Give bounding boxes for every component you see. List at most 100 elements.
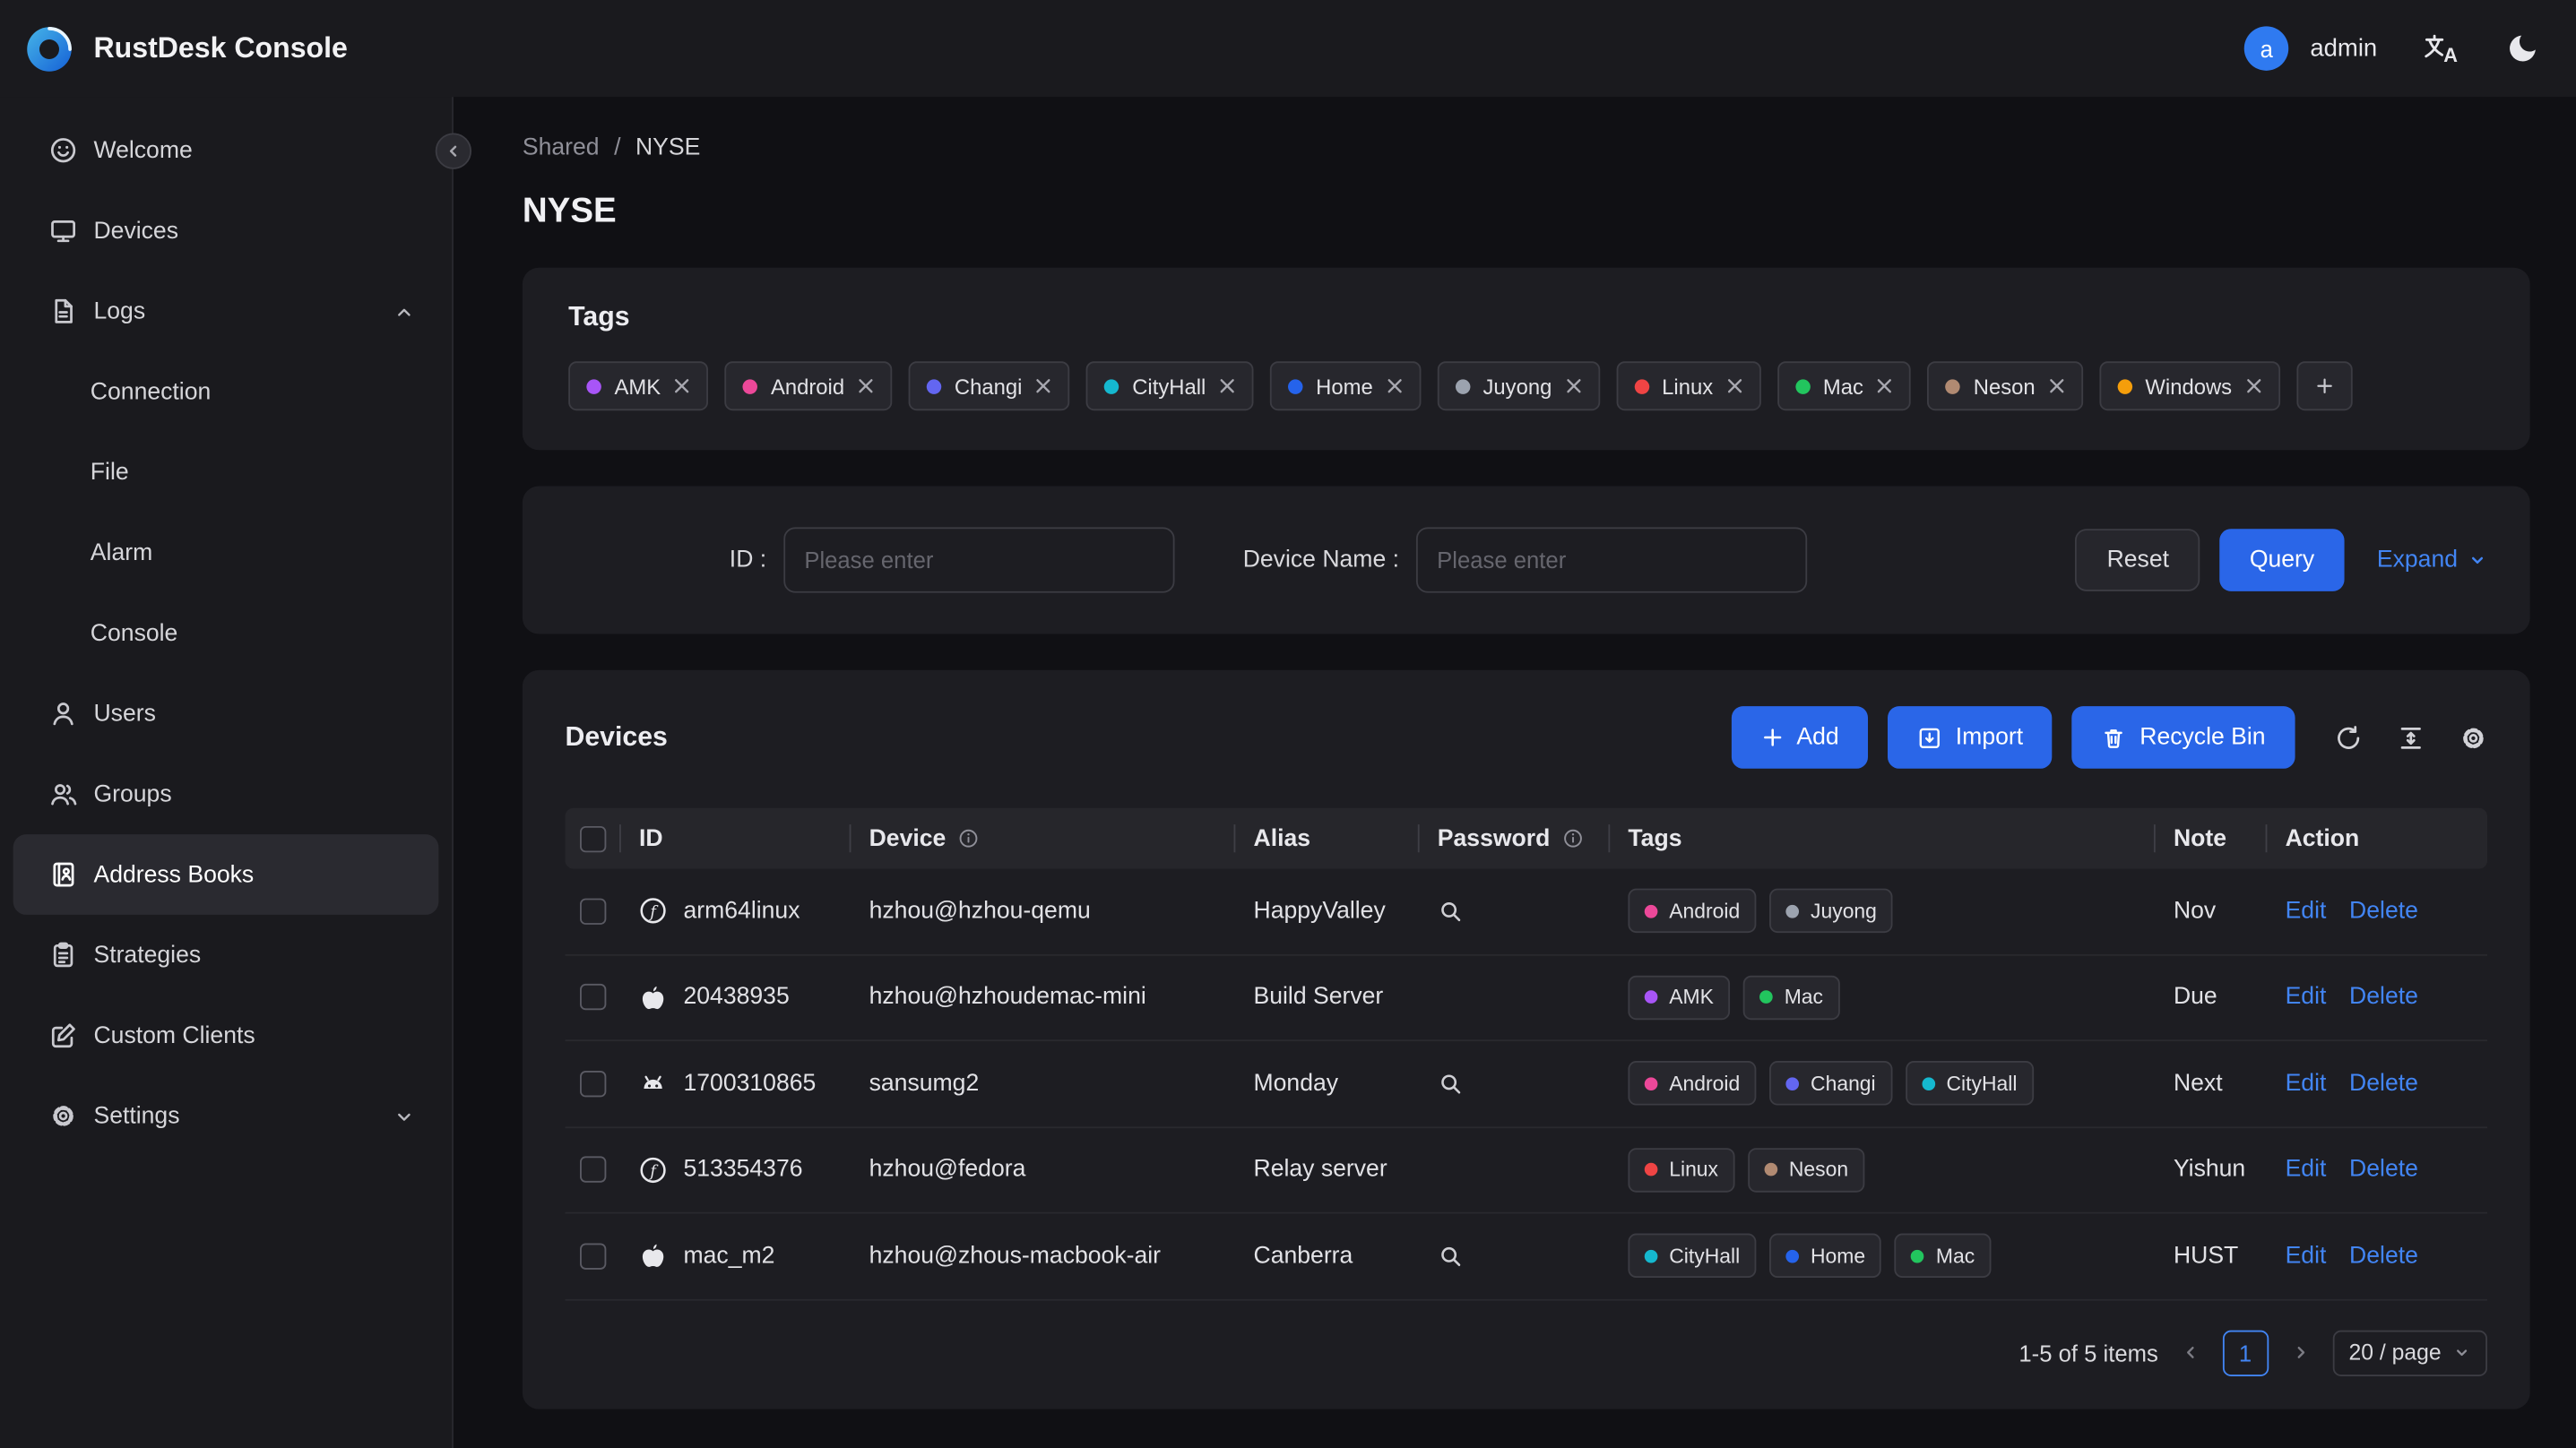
sidebar-item-settings[interactable]: Settings xyxy=(13,1076,439,1157)
column-label: Device xyxy=(869,825,947,852)
tag-chip-windows[interactable]: Windows xyxy=(2099,361,2280,411)
remove-tag-icon[interactable] xyxy=(2048,378,2064,394)
device-alias: Monday xyxy=(1253,1070,1339,1097)
remove-tag-icon[interactable] xyxy=(1386,378,1402,394)
delete-link[interactable]: Delete xyxy=(2349,1157,2418,1183)
remove-tag-icon[interactable] xyxy=(1035,378,1051,394)
tag-chip-mac[interactable]: Mac xyxy=(1776,361,1912,411)
brand: RustDesk Console xyxy=(24,24,348,73)
delete-link[interactable]: Delete xyxy=(2349,1071,2418,1097)
sidebar-item-address-books[interactable]: Address Books xyxy=(13,834,439,915)
tag-chip-android[interactable]: Android xyxy=(724,361,893,411)
edit-link[interactable]: Edit xyxy=(2286,1243,2327,1269)
row-tag: CityHall xyxy=(1905,1061,2034,1107)
tags-card: Tags AMK Android Changi CityHall Home Ju… xyxy=(522,267,2530,451)
edit-link[interactable]: Edit xyxy=(2286,898,2327,924)
device-note: Nov xyxy=(2173,898,2217,925)
view-password-icon[interactable] xyxy=(1438,898,1464,924)
view-password-icon[interactable] xyxy=(1438,1243,1464,1269)
tag-chip-amk[interactable]: AMK xyxy=(568,361,709,411)
column-header-device: Device xyxy=(851,808,1236,869)
page-size-select[interactable]: 20 / page xyxy=(2332,1329,2488,1376)
remove-tag-icon[interactable] xyxy=(1219,378,1235,394)
tags-card-title: Tags xyxy=(568,302,630,332)
sidebar-item-file[interactable]: File xyxy=(13,432,439,513)
import-button[interactable]: Import xyxy=(1888,706,2053,769)
row-checkbox[interactable] xyxy=(580,898,607,925)
add-button[interactable]: Add xyxy=(1731,706,1869,769)
id-input[interactable] xyxy=(782,527,1174,593)
expand-link[interactable]: Expand xyxy=(2377,547,2487,573)
tag-color-dot xyxy=(1785,904,1800,918)
svg-text:f: f xyxy=(648,904,659,922)
tag-chip-juyong[interactable]: Juyong xyxy=(1437,361,1600,411)
sidebar-item-users[interactable]: Users xyxy=(13,673,439,754)
view-password-icon[interactable] xyxy=(1438,1071,1464,1097)
column-header-note: Note xyxy=(2156,808,2268,869)
sidebar-item-groups[interactable]: Groups xyxy=(13,754,439,834)
svg-text:f: f xyxy=(648,1163,659,1181)
tag-color-dot xyxy=(1764,1163,1778,1176)
remove-tag-icon[interactable] xyxy=(1726,378,1742,394)
sidebar-item-strategies[interactable]: Strategies xyxy=(13,915,439,996)
remove-tag-icon[interactable] xyxy=(1877,378,1893,394)
prev-page-button[interactable] xyxy=(2176,1339,2204,1366)
device-name: hzhou@hzhou-qemu xyxy=(869,898,1091,925)
edit-link[interactable]: Edit xyxy=(2286,984,2327,1010)
dark-mode-icon[interactable] xyxy=(2505,31,2539,65)
breadcrumb-parent[interactable]: Shared xyxy=(523,134,600,160)
translate-icon[interactable]: A xyxy=(2424,33,2459,64)
delete-link[interactable]: Delete xyxy=(2349,1243,2418,1269)
info-icon[interactable] xyxy=(957,828,979,849)
table-settings-gear-icon[interactable] xyxy=(2459,723,2487,751)
reset-button[interactable]: Reset xyxy=(2075,529,2200,591)
recycle-bin-button[interactable]: Recycle Bin xyxy=(2072,706,2295,769)
edit-link[interactable]: Edit xyxy=(2286,1157,2327,1183)
sidebar-item-alarm[interactable]: Alarm xyxy=(13,513,439,593)
remove-tag-icon[interactable] xyxy=(858,378,874,394)
sidebar-item-console[interactable]: Console xyxy=(13,593,439,674)
chevron-down-icon xyxy=(393,1105,416,1128)
sidebar-item-custom-clients[interactable]: Custom Clients xyxy=(13,996,439,1076)
page-1-button[interactable]: 1 xyxy=(2222,1329,2269,1376)
table-row: mac_m2 hzhou@zhous-macbook-air Canberra … xyxy=(565,1214,2488,1300)
info-icon[interactable] xyxy=(1561,828,1583,849)
next-page-button[interactable] xyxy=(2286,1339,2314,1366)
delete-link[interactable]: Delete xyxy=(2349,898,2418,924)
row-checkbox[interactable] xyxy=(580,1070,607,1097)
row-checkbox[interactable] xyxy=(580,1156,607,1184)
delete-link[interactable]: Delete xyxy=(2349,984,2418,1010)
chevron-up-icon xyxy=(393,300,416,323)
remove-tag-icon[interactable] xyxy=(1565,378,1581,394)
devices-toolbar: Add Import Recycle Bin xyxy=(1731,706,2487,769)
device-name-input[interactable] xyxy=(1415,527,1807,593)
tag-chip-home[interactable]: Home xyxy=(1269,361,1421,411)
device-name: hzhou@zhous-macbook-air xyxy=(869,1243,1162,1270)
tag-color-dot xyxy=(1644,1163,1658,1176)
row-tag: Neson xyxy=(1748,1147,1865,1193)
sidebar-item-logs[interactable]: Logs xyxy=(13,271,439,351)
sidebar-item-welcome[interactable]: Welcome xyxy=(13,110,439,191)
app-title: RustDesk Console xyxy=(93,30,348,65)
tag-chip-linux[interactable]: Linux xyxy=(1615,361,1761,411)
refresh-icon[interactable] xyxy=(2335,723,2363,751)
select-all-checkbox[interactable] xyxy=(580,825,607,852)
sidebar-collapse-button[interactable] xyxy=(435,133,472,169)
row-checkbox[interactable] xyxy=(580,984,607,1011)
tag-chip-neson[interactable]: Neson xyxy=(1927,361,2083,411)
add-tag-button[interactable] xyxy=(2295,361,2352,411)
row-checkbox[interactable] xyxy=(580,1243,607,1270)
tag-color-dot xyxy=(1287,378,1303,393)
edit-link[interactable]: Edit xyxy=(2286,1071,2327,1097)
sidebar-item-connection[interactable]: Connection xyxy=(13,351,439,432)
tag-chip-cityhall[interactable]: CityHall xyxy=(1085,361,1254,411)
sidebar-item-devices[interactable]: Devices xyxy=(13,191,439,272)
row-height-icon[interactable] xyxy=(2397,723,2425,751)
device-id: 20438935 xyxy=(683,984,790,1011)
avatar[interactable]: a xyxy=(2244,26,2289,71)
remove-tag-icon[interactable] xyxy=(674,378,690,394)
query-button[interactable]: Query xyxy=(2219,529,2345,591)
remove-tag-icon[interactable] xyxy=(2245,378,2261,394)
tag-label: Changi xyxy=(954,373,1023,399)
tag-chip-changi[interactable]: Changi xyxy=(908,361,1070,411)
